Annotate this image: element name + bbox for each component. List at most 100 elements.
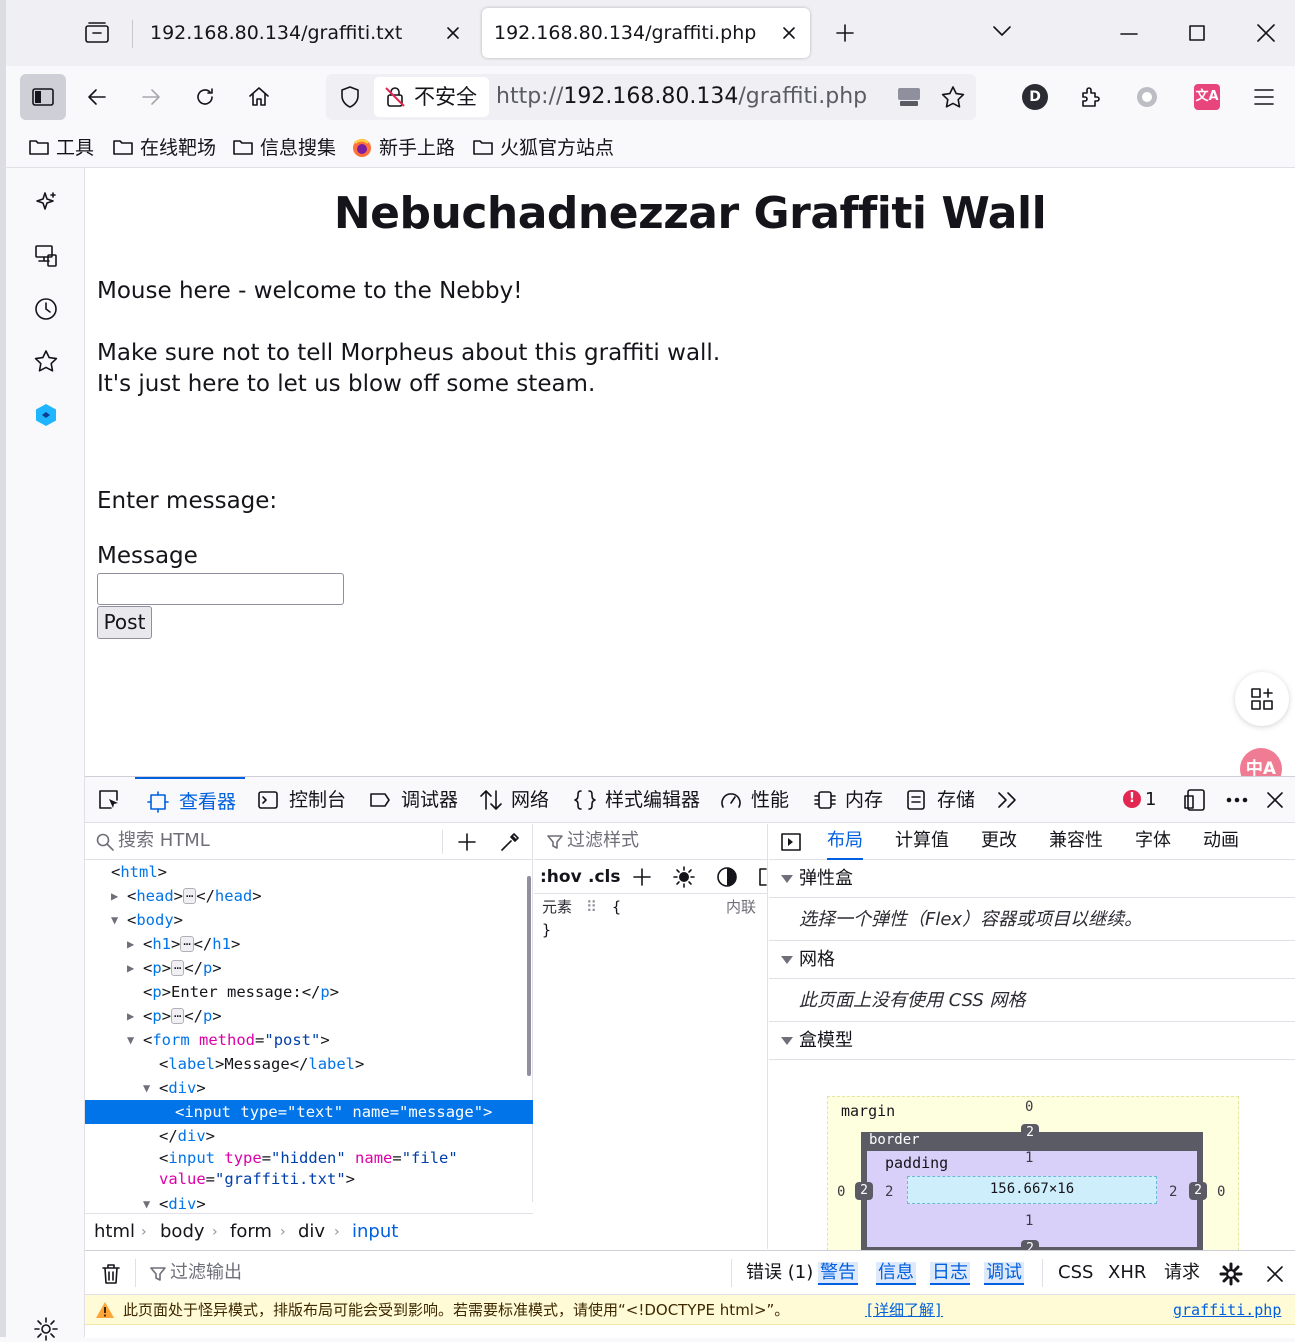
tab-overview-icon[interactable] bbox=[84, 21, 110, 45]
margin-right-value[interactable]: 0 bbox=[1217, 1184, 1225, 1200]
tab-layout[interactable]: 布局 bbox=[827, 824, 863, 860]
insecure-connection-indicator[interactable]: 不安全 bbox=[374, 77, 489, 117]
flexbox-section-header[interactable]: 弹性盒 bbox=[769, 860, 1295, 898]
border-left-value[interactable]: 2 bbox=[855, 1182, 873, 1200]
hov-toggle[interactable]: :hov bbox=[540, 860, 582, 894]
search-html-box[interactable]: 搜索 HTML bbox=[85, 824, 533, 860]
margin-top-value[interactable]: 0 bbox=[1025, 1099, 1033, 1115]
breadcrumb-body[interactable]: body bbox=[160, 1214, 205, 1250]
account-avatar[interactable]: D bbox=[1022, 84, 1048, 110]
post-button[interactable]: Post bbox=[97, 606, 152, 639]
tree-node-div-close[interactable]: </div> bbox=[159, 1124, 215, 1148]
collapse-triangle-icon[interactable]: ▼ bbox=[143, 1076, 150, 1100]
filter-logs[interactable]: 日志 bbox=[930, 1251, 970, 1295]
extension-cube-icon[interactable] bbox=[33, 402, 59, 428]
tree-node-h1[interactable]: ▶ <h1> ⋯ </h1> bbox=[127, 932, 240, 956]
tab-compatibility[interactable]: 兼容性 bbox=[1049, 824, 1103, 858]
expand-triangle-icon[interactable]: ▶ bbox=[127, 956, 134, 980]
bookmark-star-icon[interactable] bbox=[940, 85, 966, 109]
filter-output-input[interactable]: 过滤输出 bbox=[170, 1251, 242, 1295]
border-top-value[interactable]: 2 bbox=[1021, 1124, 1039, 1142]
tab-graffiti-php[interactable]: 192.168.80.134/graffiti.php bbox=[482, 8, 810, 58]
tree-node-p[interactable]: ▶ <p> ⋯ </p> bbox=[127, 1004, 222, 1028]
filter-css[interactable]: CSS bbox=[1058, 1251, 1093, 1295]
message-input[interactable] bbox=[97, 573, 344, 605]
ai-sparkle-icon[interactable] bbox=[33, 190, 59, 216]
filter-warnings[interactable]: 警告 bbox=[818, 1251, 858, 1295]
more-options-dots-icon[interactable] bbox=[1225, 789, 1249, 811]
collapse-triangle-icon[interactable]: ▼ bbox=[111, 908, 118, 932]
translate-extension-icon[interactable]: 文A bbox=[1194, 84, 1220, 110]
filter-info[interactable]: 信息 bbox=[876, 1251, 916, 1295]
cls-toggle[interactable]: .cls bbox=[588, 860, 620, 894]
new-tab-icon[interactable] bbox=[834, 22, 856, 44]
collapse-triangle-icon[interactable]: ▼ bbox=[127, 1028, 134, 1052]
add-rule-plus-icon[interactable] bbox=[632, 867, 652, 887]
dark-mode-icon[interactable] bbox=[716, 866, 738, 888]
back-button[interactable] bbox=[74, 74, 120, 120]
app-menu-hamburger-icon[interactable] bbox=[1253, 87, 1275, 107]
tree-node-div[interactable]: ▼ <div> bbox=[143, 1076, 206, 1100]
filter-requests[interactable]: 请求 bbox=[1164, 1251, 1200, 1295]
tab-changes[interactable]: 更改 bbox=[981, 824, 1017, 858]
floating-translate-button[interactable]: 中A bbox=[1240, 748, 1282, 776]
forward-button[interactable] bbox=[128, 74, 174, 120]
eyedropper-icon[interactable] bbox=[499, 831, 521, 853]
padding-top-value[interactable]: 1 bbox=[1025, 1150, 1033, 1166]
url-bar[interactable]: 不安全 http://192.168.80.134/graffiti.php bbox=[326, 74, 976, 120]
breadcrumb-form[interactable]: form bbox=[230, 1214, 272, 1250]
filter-xhr[interactable]: XHR bbox=[1108, 1251, 1146, 1295]
more-tools-chevrons-icon[interactable] bbox=[995, 789, 1019, 811]
tree-node-html[interactable]: <html> bbox=[111, 860, 167, 884]
close-split-console-icon[interactable] bbox=[1265, 1264, 1285, 1284]
synced-devices-icon[interactable] bbox=[33, 243, 59, 269]
dock-layout-icon[interactable] bbox=[1183, 788, 1207, 812]
tree-node-input-hidden[interactable]: <input type="hidden" name="file" value="g… bbox=[159, 1148, 458, 1192]
reload-button[interactable] bbox=[182, 74, 228, 120]
tree-node-input-message-selected[interactable]: <input type="text" name="message"> bbox=[175, 1100, 492, 1124]
close-tab-icon[interactable] bbox=[780, 24, 798, 42]
customize-sidebar-gear-icon[interactable] bbox=[33, 1316, 59, 1342]
reader-device-icon[interactable] bbox=[896, 86, 922, 108]
tab-animations[interactable]: 动画 bbox=[1203, 824, 1239, 858]
filter-debug[interactable]: 调试 bbox=[984, 1251, 1024, 1295]
extensions-puzzle-icon[interactable] bbox=[1078, 84, 1104, 110]
tree-node-p-enter-message[interactable]: <p>Enter message:</p> bbox=[143, 980, 339, 1004]
padding-left-value[interactable]: 2 bbox=[885, 1184, 893, 1200]
collapsed-ellipsis-icon[interactable]: ⋯ bbox=[171, 960, 185, 976]
collapsed-ellipsis-icon[interactable]: ⋯ bbox=[183, 888, 197, 904]
element-picker-icon[interactable] bbox=[97, 788, 121, 812]
console-settings-gear-icon[interactable] bbox=[1219, 1262, 1243, 1286]
expand-triangle-icon[interactable]: ▶ bbox=[127, 1004, 134, 1028]
clear-console-trash-icon[interactable] bbox=[101, 1263, 121, 1285]
expand-triangle-icon[interactable]: ▶ bbox=[111, 884, 118, 908]
error-count[interactable]: 1 bbox=[1145, 777, 1156, 823]
filter-errors[interactable]: 错误 (1) bbox=[746, 1251, 813, 1295]
tree-node-label[interactable]: <label>Message</label> bbox=[159, 1052, 364, 1076]
breadcrumb-html[interactable]: html bbox=[94, 1214, 135, 1250]
tab-graffiti-txt[interactable]: 192.168.80.134/graffiti.txt bbox=[134, 8, 474, 58]
maximize-icon[interactable] bbox=[1188, 24, 1206, 42]
markup-scrollbar[interactable] bbox=[527, 876, 531, 1076]
padding-right-value[interactable]: 2 bbox=[1169, 1184, 1177, 1200]
tree-node-form[interactable]: ▼ <form method="post"> bbox=[127, 1028, 330, 1052]
list-tabs-chevron-icon[interactable] bbox=[992, 24, 1012, 38]
minimize-icon[interactable] bbox=[1120, 32, 1138, 36]
close-devtools-icon[interactable] bbox=[1265, 790, 1285, 810]
padding-bottom-value[interactable]: 1 bbox=[1025, 1213, 1033, 1229]
content-size[interactable]: 156.667×16 bbox=[907, 1181, 1157, 1197]
filter-styles-box[interactable]: 过滤样式 bbox=[534, 824, 768, 860]
tab-inspector[interactable]: 查看器 bbox=[135, 777, 245, 823]
box-model-section-header[interactable]: 盒模型 bbox=[769, 1022, 1295, 1060]
tree-node-body[interactable]: ▼ <body> bbox=[111, 908, 183, 932]
tab-fonts[interactable]: 字体 bbox=[1135, 824, 1171, 858]
print-media-icon[interactable] bbox=[756, 866, 768, 888]
collapsed-ellipsis-icon[interactable]: ⋯ bbox=[180, 936, 194, 952]
grid-section-header[interactable]: 网格 bbox=[769, 941, 1295, 979]
margin-left-value[interactable]: 0 bbox=[837, 1184, 845, 1200]
error-icon[interactable]: ! bbox=[1123, 790, 1141, 808]
learn-more-link[interactable]: [详细了解] bbox=[865, 1295, 943, 1325]
sidebar-toggle-button[interactable] bbox=[20, 74, 66, 120]
floating-apps-button[interactable] bbox=[1235, 672, 1289, 726]
add-node-plus-icon[interactable] bbox=[457, 832, 477, 852]
